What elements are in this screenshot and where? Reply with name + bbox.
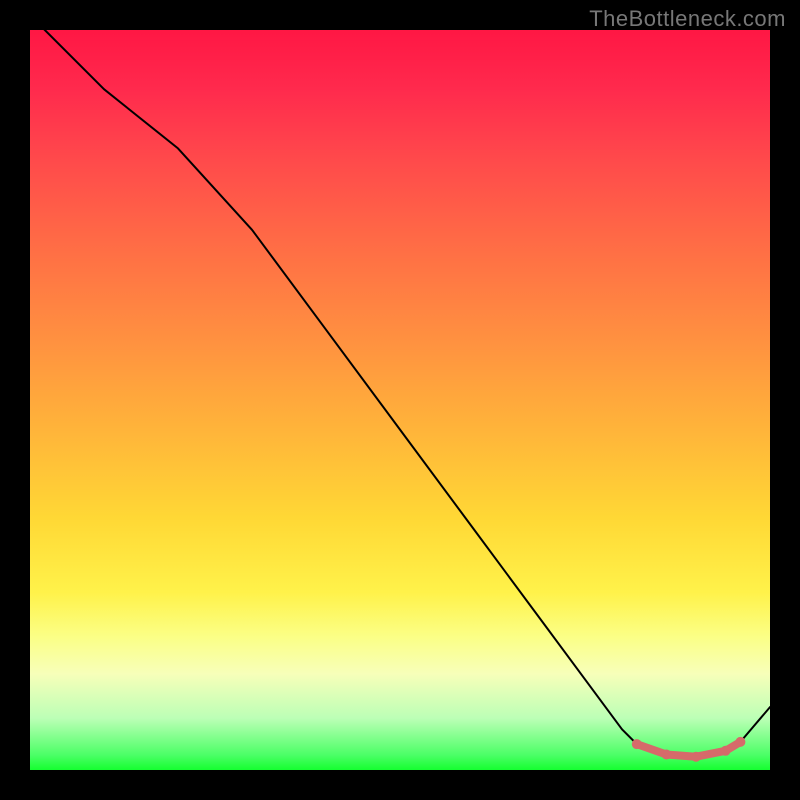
chart-stage: TheBottleneck.com	[0, 0, 800, 800]
watermark-text: TheBottleneck.com	[589, 6, 786, 32]
plot-gradient-background	[30, 30, 770, 770]
